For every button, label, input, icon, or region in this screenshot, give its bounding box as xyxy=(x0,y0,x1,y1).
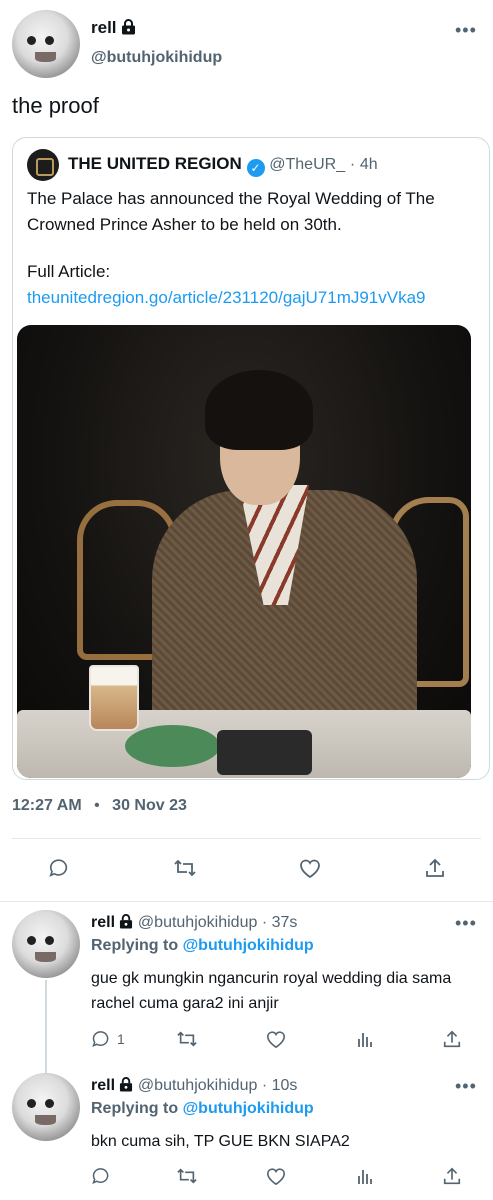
share-icon xyxy=(426,858,444,877)
tweet-text: the proof xyxy=(12,93,99,118)
reply-header: rell @butuhjokihidup · 37s xyxy=(91,914,297,932)
divider xyxy=(0,901,493,902)
like-icon xyxy=(267,1031,285,1049)
lock-icon xyxy=(120,914,133,929)
author-avatar[interactable] xyxy=(12,10,80,78)
views-icon xyxy=(358,1170,372,1184)
photo-coffee-glass xyxy=(89,665,139,731)
tweet-timestamp[interactable]: 12:27 AM • 30 Nov 23 xyxy=(12,797,187,815)
quoted-author-name[interactable]: THE UNITED REGION xyxy=(68,154,242,173)
quoted-author-avatar[interactable] xyxy=(27,149,59,181)
replying-to: Replying to @butuhjokihidup xyxy=(91,937,314,955)
share-button[interactable] xyxy=(442,1029,462,1049)
share-icon xyxy=(443,1030,461,1048)
retweet-icon xyxy=(174,859,196,877)
reply-avatar[interactable] xyxy=(12,1073,80,1141)
lock-icon xyxy=(120,1077,133,1092)
retweet-button[interactable] xyxy=(173,857,197,879)
reply-icon xyxy=(49,859,68,877)
reply-icon xyxy=(92,1031,109,1048)
reply-age: 37s xyxy=(271,914,298,931)
photo-plate xyxy=(125,725,220,767)
reply-author-name[interactable]: rell xyxy=(91,914,115,931)
reply-count: 1 xyxy=(117,1031,125,1047)
replying-to-label: Replying to xyxy=(91,937,179,954)
retweet-button[interactable] xyxy=(176,1029,198,1049)
quoted-tweet-text: The Palace has announced the Royal Weddi… xyxy=(27,189,435,234)
reply-age: 10s xyxy=(271,1077,298,1094)
divider xyxy=(12,838,481,839)
author-handle[interactable]: @butuhjokihidup xyxy=(91,49,222,67)
dot-separator: • xyxy=(94,797,100,814)
quoted-author-handle[interactable]: @TheUR_ xyxy=(269,156,345,173)
reply-author-name[interactable]: rell xyxy=(91,1077,115,1094)
like-button[interactable] xyxy=(298,857,322,879)
retweet-icon xyxy=(177,1168,197,1184)
verified-icon: ✓ xyxy=(246,159,265,177)
reply-text: gue gk mungkin ngancurin royal wedding d… xyxy=(91,970,452,1012)
like-button[interactable] xyxy=(265,1166,287,1186)
replying-to: Replying to @butuhjokihidup xyxy=(91,1100,314,1118)
dot-separator: · xyxy=(261,914,268,931)
author-display-name[interactable]: rell xyxy=(91,18,117,37)
share-button[interactable] xyxy=(424,857,446,879)
reply-header: rell @butuhjokihidup · 10s xyxy=(91,1077,297,1095)
more-options-button[interactable]: ••• xyxy=(455,20,477,41)
retweet-icon xyxy=(177,1031,197,1047)
views-button[interactable] xyxy=(355,1166,375,1186)
photo-camera xyxy=(217,730,312,775)
reply-author-handle[interactable]: @butuhjokihidup xyxy=(138,914,257,931)
quoted-tweet-photo[interactable] xyxy=(17,325,471,778)
reply-author-handle[interactable]: @butuhjokihidup xyxy=(138,1077,257,1094)
like-icon xyxy=(267,1168,285,1186)
views-icon xyxy=(358,1033,372,1047)
quoted-tweet-card[interactable]: THE UNITED REGION ✓ @TheUR_ · 4h The Pal… xyxy=(12,137,490,780)
more-options-button[interactable]: ••• xyxy=(455,913,477,934)
tweet-time[interactable]: 12:27 AM xyxy=(12,797,82,814)
reply-avatar[interactable] xyxy=(12,910,80,978)
reply-icon xyxy=(92,1168,109,1185)
reply-button[interactable]: 1 xyxy=(91,1029,125,1049)
replying-to-label: Replying to xyxy=(91,1100,179,1117)
tweet-date[interactable]: 30 Nov 23 xyxy=(112,797,187,814)
dot-separator: · xyxy=(261,1077,268,1094)
reply-text: bkn cuma sih, TP GUE BKN SIAPA2 xyxy=(91,1133,350,1150)
photo-person-hair xyxy=(205,370,313,450)
share-icon xyxy=(443,1167,461,1185)
retweet-button[interactable] xyxy=(176,1166,198,1186)
dot-separator: · xyxy=(349,156,356,173)
quoted-tweet-age: 4h xyxy=(359,156,378,173)
full-article-label: Full Article: xyxy=(27,262,111,281)
share-button[interactable] xyxy=(442,1166,462,1186)
like-button[interactable] xyxy=(265,1029,287,1049)
views-button[interactable] xyxy=(355,1029,375,1049)
replying-to-handle[interactable]: @butuhjokihidup xyxy=(183,1100,314,1117)
quoted-author-line: THE UNITED REGION ✓ @TheUR_ · 4h xyxy=(68,154,378,177)
lock-icon xyxy=(122,19,136,35)
thread-line xyxy=(45,980,47,1075)
reply-button[interactable] xyxy=(91,1166,117,1186)
article-link[interactable]: theunitedregion.go/article/231120/gajU71… xyxy=(27,285,426,311)
author-name[interactable]: rell xyxy=(91,18,136,38)
more-options-button[interactable]: ••• xyxy=(455,1076,477,1097)
reply-button[interactable] xyxy=(48,857,70,879)
replying-to-handle[interactable]: @butuhjokihidup xyxy=(183,937,314,954)
like-icon xyxy=(300,859,320,879)
